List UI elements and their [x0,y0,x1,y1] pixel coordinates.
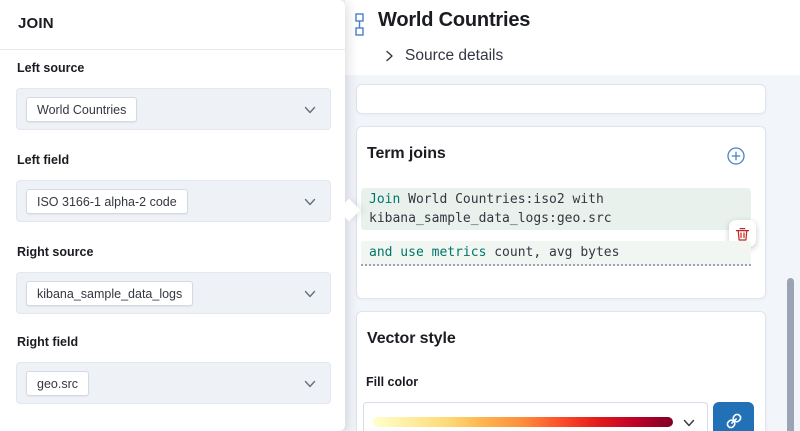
fill-color-select[interactable] [363,402,708,431]
metrics-keyword: and use metrics [369,245,486,260]
layer-panel-header: World Countries Source details [345,0,800,75]
link-field-button[interactable] [713,402,754,431]
right-source-value: kibana_sample_data_logs [26,281,193,306]
chevron-right-icon [383,50,395,62]
fill-color-ramp [373,417,673,427]
chevron-down-icon [303,377,317,391]
left-source-label: Left source [17,61,84,75]
right-source-select[interactable]: kibana_sample_data_logs [16,272,331,314]
chevron-down-icon [682,416,696,430]
fill-color-label: Fill color [366,375,418,389]
link-icon [725,412,743,430]
join-popover: JOIN Left source World Countries Left fi… [0,0,345,431]
trash-icon [735,226,750,242]
source-details-accordion[interactable]: Source details [383,44,503,68]
join-expression[interactable]: Join World Countries:iso2 with kibana_sa… [361,188,751,230]
left-source-value: World Countries [26,97,137,122]
vector-layer-icon [355,13,369,37]
chevron-down-icon [303,287,317,301]
panel-scrollbar[interactable] [787,278,794,431]
right-field-value: geo.src [26,371,89,396]
left-field-value: ISO 3166-1 alpha-2 code [26,189,188,214]
right-field-select[interactable]: geo.src [16,362,331,404]
chevron-down-icon [303,103,317,117]
right-field-label: Right field [17,335,78,349]
join-popover-title: JOIN [18,15,54,32]
layer-title: World Countries [378,9,530,32]
join-keyword: Join [369,192,400,207]
add-join-button[interactable] [725,145,747,167]
layer-settings-panel: World Countries Source details Term join… [345,0,800,431]
left-source-select[interactable]: World Countries [16,88,331,130]
source-details-label: Source details [405,47,503,65]
right-source-label: Right source [17,245,93,259]
layer-panel-body: Term joins Join World Countries:iso2 wit… [345,75,800,431]
left-field-select[interactable]: ISO 3166-1 alpha-2 code [16,180,331,222]
left-field-label: Left field [17,153,69,167]
metrics-expression-text: count, avg bytes [486,245,619,260]
term-joins-card: Term joins Join World Countries:iso2 wit… [356,126,766,299]
plus-in-circle-icon [725,145,747,167]
metrics-expression[interactable]: and use metrics count, avg bytes [361,241,751,266]
divider [0,49,345,50]
join-expression-text: World Countries:iso2 with kibana_sample_… [369,192,612,226]
screen: World Countries Source details Term join… [0,0,800,431]
term-joins-title: Term joins [367,145,446,163]
vector-style-title: Vector style [367,330,456,348]
chevron-down-icon [303,195,317,209]
scrolled-card-fragment [356,84,766,114]
vector-style-card: Vector style Fill color [356,311,766,431]
